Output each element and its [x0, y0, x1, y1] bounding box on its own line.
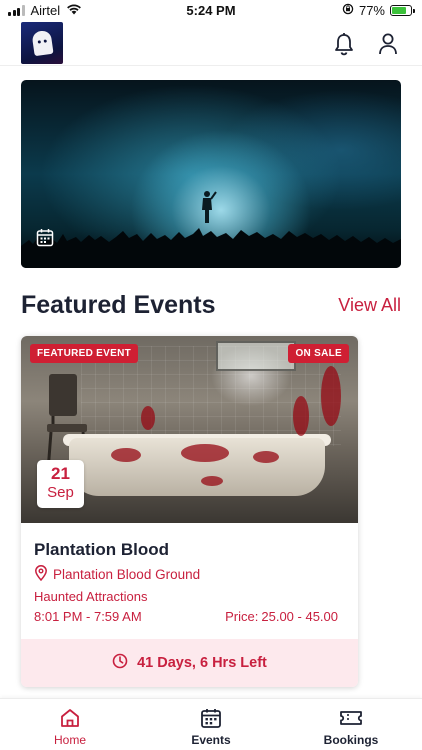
event-card[interactable]: FEATURED EVENT ON SALE 21 Sep Plantation… [21, 336, 358, 687]
battery-charging-icon [390, 5, 415, 16]
bell-icon[interactable] [331, 31, 357, 57]
event-date: 21 Sep [37, 460, 84, 508]
ghost-logo-icon[interactable] [21, 22, 63, 64]
event-image: FEATURED EVENT ON SALE 21 Sep [21, 336, 358, 523]
tab-events[interactable]: Events [166, 707, 256, 747]
venue-label: Plantation Blood Ground [53, 567, 201, 582]
calendar-icon [166, 707, 256, 729]
event-category: Haunted Attractions [34, 589, 148, 604]
app-header [0, 22, 422, 66]
price-label: Price: [225, 609, 259, 624]
hero-banner[interactable] [21, 80, 401, 268]
battery-percent: 77% [358, 3, 385, 18]
tab-bookings[interactable]: Bookings [306, 707, 396, 747]
featured-event-badge: FEATURED EVENT [30, 344, 139, 363]
featured-events-title: Featured Events [21, 291, 216, 319]
location-pin-icon [34, 565, 48, 584]
ticket-icon [306, 707, 396, 729]
lock-rotation-icon [342, 3, 354, 18]
calendar-icon[interactable] [36, 228, 54, 252]
performer-silhouette [202, 191, 217, 223]
event-name[interactable]: Plantation Blood [34, 540, 169, 560]
event-time: 8:01 PM - 7:59 AM [34, 609, 142, 624]
status-right: 77% [342, 3, 415, 18]
view-all-link[interactable]: View All [338, 295, 401, 316]
tab-bookings-label: Bookings [323, 733, 379, 747]
tab-home-label: Home [53, 733, 86, 747]
clock-icon [112, 653, 128, 673]
countdown-text: 41 Days, 6 Hrs Left [137, 655, 267, 671]
user-icon[interactable] [375, 31, 401, 57]
home-icon [25, 707, 115, 729]
status-bar: Airtel 5:24 PM 77% [0, 0, 422, 22]
event-date-month: Sep [47, 484, 74, 501]
event-date-day: 21 [51, 464, 70, 483]
on-sale-badge: ON SALE [288, 344, 349, 363]
tab-home[interactable]: Home [25, 707, 115, 747]
tab-events-label: Events [191, 733, 231, 747]
event-price: Price: 25.00 - 45.00 [225, 609, 338, 624]
price-range: 25.00 - 45.00 [261, 609, 338, 624]
bottom-tab-bar: Home Events Bookings [0, 698, 422, 750]
event-venue[interactable]: Plantation Blood Ground [34, 565, 200, 584]
countdown-bar: 41 Days, 6 Hrs Left [21, 639, 358, 687]
